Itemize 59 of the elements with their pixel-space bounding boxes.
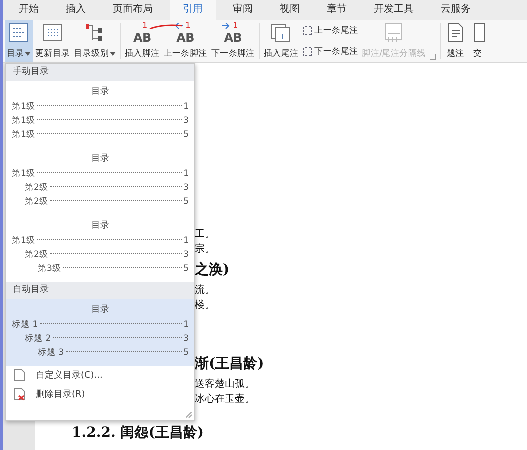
toc-preview[interactable]: 目录 第1级 1 第2级 3 第2级 5	[6, 148, 194, 215]
toc-title: 目录	[90, 86, 110, 99]
document-text: 送客楚山孤。	[195, 378, 256, 392]
ribbon-button[interactable]: 目录级别	[72, 20, 118, 62]
menu-section-header: 手动目录	[6, 64, 194, 81]
toc-entry: 第1级 1	[12, 168, 189, 181]
menu-item[interactable]: 自定义目录(C)...	[6, 366, 194, 385]
ribbon-button[interactable]: 插入尾注	[262, 20, 301, 62]
ribbon-button[interactable]: 交	[468, 20, 487, 62]
document-text: 工。	[195, 228, 216, 242]
toc-entry: 标题 1 1	[12, 319, 189, 332]
menu-item[interactable]: 删除目录(R)	[6, 385, 194, 404]
toc-entry: 第2级 3	[24, 182, 189, 195]
ribbon-tab[interactable]: 开发工具	[364, 0, 424, 20]
footnote-mark: 1	[186, 22, 190, 30]
toc-title: 目录	[90, 153, 110, 166]
ribbon-tab[interactable]: 云服务	[431, 0, 481, 20]
ribbon-button[interactable]: 1 AB 上一条脚注	[162, 20, 210, 62]
footnote-mark: 1	[142, 22, 148, 30]
ribbon-tab[interactable]: 引用	[170, 0, 216, 20]
toc-preview[interactable]: 目录 第1级 1 第1级 3 第1级 5	[6, 81, 194, 148]
document-heading: 1.2.2. 闺怨(王昌龄)	[72, 424, 205, 443]
toc-entry: 第1级 3	[12, 115, 189, 128]
ribbon-button[interactable]: 1 AB 插入脚注	[123, 20, 162, 62]
footnote-glyph: AB	[134, 32, 152, 44]
toc-entry: 第3级 5	[37, 263, 189, 276]
ribbon-tab[interactable]: 开始	[9, 0, 49, 20]
document-text: 楼。	[195, 298, 216, 313]
toc-entry: 第1级 1	[12, 101, 189, 114]
toc-entry: 标题 2 3	[24, 333, 189, 346]
ribbon-button[interactable]: 题注	[442, 20, 469, 62]
ribbon-button[interactable]: 上一条尾注	[302, 24, 358, 36]
footnote-mark: 1	[233, 22, 238, 30]
ribbon-tab[interactable]: 插入	[56, 0, 96, 20]
document-heading: 之涣)	[195, 261, 231, 280]
ribbon-tab[interactable]: 章节	[317, 0, 357, 20]
toc-preview[interactable]: 目录 第1级 1 第2级 3 第3级 5	[6, 215, 194, 282]
menu-section-header: 自动目录	[6, 282, 194, 299]
footnote-glyph: AB	[224, 32, 242, 44]
toc-preview[interactable]: 目录 标题 1 1 标题 2 3 标题 3 5	[6, 299, 194, 366]
document-text: 冰心在玉壶。	[195, 392, 256, 407]
document-text: 流。	[195, 284, 216, 298]
document-heading: 渐(王昌龄)	[195, 355, 266, 374]
ribbon-button[interactable]: 目录	[5, 20, 34, 62]
footnote-glyph: AB	[176, 32, 195, 44]
ribbon-button[interactable]: 下一条尾注	[302, 46, 358, 58]
toc-entry: 第1级 5	[12, 129, 189, 142]
document-text: 宗。	[195, 242, 216, 257]
toc-entry: 第2级 5	[24, 196, 189, 209]
toc-entry: 标题 3 5	[37, 347, 189, 360]
toc-entry: 第2级 3	[24, 249, 189, 262]
toc-title: 目录	[90, 304, 110, 317]
ribbon-tab[interactable]: 视图	[270, 0, 310, 20]
toc-title: 目录	[90, 220, 110, 233]
ribbon-tab[interactable]: 页面布局	[103, 0, 163, 20]
toc-entry: 第1级 1	[12, 235, 189, 248]
ribbon-tab[interactable]: 审阅	[223, 0, 263, 20]
ribbon-button[interactable]: 1 AB 下一条脚注	[209, 20, 257, 62]
ribbon-button[interactable]: 更新目录	[33, 20, 72, 62]
